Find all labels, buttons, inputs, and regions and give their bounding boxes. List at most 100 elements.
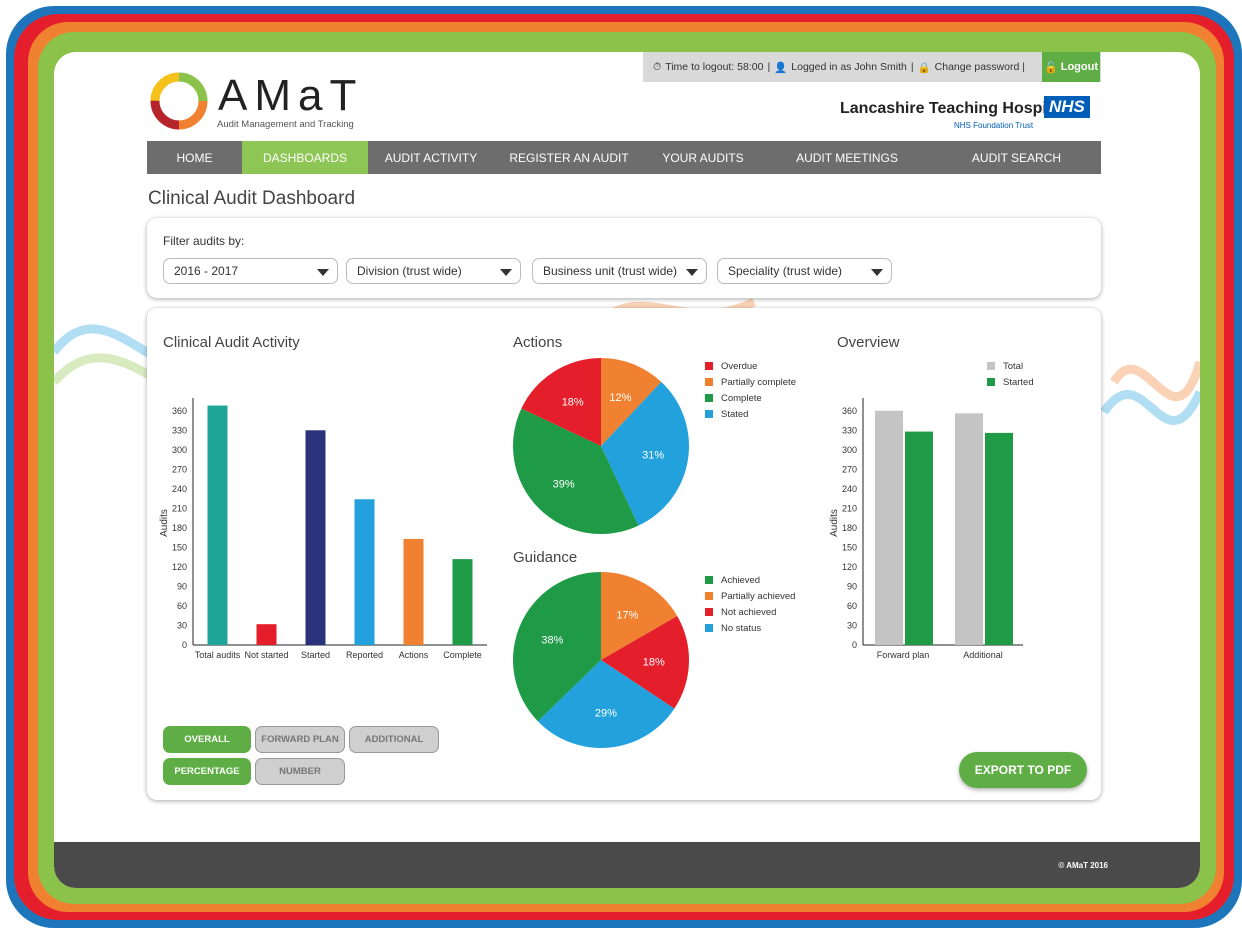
x-tick-label: Complete	[443, 650, 482, 660]
legend-item: No status	[705, 620, 795, 636]
export-pdf-button[interactable]: EXPORT TO PDF	[959, 752, 1087, 788]
legend-swatch	[705, 608, 713, 616]
nav-audit-activity[interactable]: AUDIT ACTIVITY	[368, 141, 494, 174]
nav-audit-search[interactable]: AUDIT SEARCH	[932, 141, 1101, 174]
logout-button[interactable]: 🔓 Logout	[1042, 52, 1100, 82]
legend-label: Stated	[721, 408, 749, 420]
overall-button[interactable]: OVERALL	[163, 726, 251, 753]
pie-value-label: 31%	[642, 449, 664, 461]
y-tick-label: 360	[172, 406, 187, 416]
chevron-down-icon	[317, 269, 329, 276]
change-password-link[interactable]: Change password |	[935, 61, 1025, 73]
footer: © AMaT 2016	[54, 842, 1200, 888]
bar	[256, 624, 277, 645]
division-select-value: Division (trust wide)	[357, 264, 462, 278]
bar	[403, 538, 424, 645]
bar-total	[955, 413, 983, 645]
activity-bar-chart: 0 30 60 90 120 150 180 210 240 270 300 330 360 Audits…	[159, 398, 487, 660]
legend-swatch	[705, 394, 713, 402]
legend-item: Total	[987, 358, 1034, 374]
bar	[452, 559, 473, 645]
y-tick-label: 150	[172, 542, 187, 552]
dashboard-panel: Clinical Audit Activity Actions Guidance…	[147, 308, 1101, 800]
pie-value-label: 38%	[541, 634, 563, 646]
app-screen: ⏱ Time to logout: 58:00 | 👤 Logged in as…	[54, 52, 1200, 888]
number-button[interactable]: NUMBER	[255, 758, 345, 785]
y-tick-label: 300	[172, 445, 187, 455]
legend-label: Complete	[721, 392, 762, 404]
user-icon: 👤	[774, 61, 788, 74]
legend-item: Started	[987, 374, 1034, 390]
guidance-chart-title: Guidance	[513, 549, 578, 566]
y-tick-label: 300	[842, 445, 857, 455]
nav-home[interactable]: HOME	[147, 141, 242, 174]
legend-item: Achieved	[705, 572, 795, 588]
percentage-button[interactable]: PERCENTAGE	[163, 758, 251, 785]
guidance-pie-chart: 17% 18% 29% 38%	[513, 572, 689, 748]
nav-dashboards[interactable]: DASHBOARDS	[242, 141, 368, 174]
y-tick-label: 360	[842, 406, 857, 416]
year-select[interactable]: 2016 - 2017	[163, 258, 338, 284]
logo-title: AMaT	[218, 71, 364, 120]
y-tick-label: 330	[172, 425, 187, 435]
chevron-down-icon	[871, 269, 883, 276]
logged-in-user: Logged in as John Smith	[791, 61, 907, 73]
legend-swatch	[705, 362, 713, 370]
separator: |	[767, 61, 771, 73]
forward-plan-button[interactable]: FORWARD PLAN	[255, 726, 345, 753]
filter-panel: Filter audits by: 2016 - 2017 Division (…	[147, 218, 1101, 298]
page-title: Clinical Audit Dashboard	[148, 188, 356, 209]
copyright: © AMaT 2016	[1058, 861, 1108, 870]
y-tick-label: 180	[842, 523, 857, 533]
pie-value-label: 17%	[616, 609, 638, 621]
logout-timer: Time to logout: 58:00	[665, 61, 764, 73]
nhs-logo: NHS	[1044, 96, 1090, 118]
y-tick-label: 330	[842, 425, 857, 435]
y-tick-label: 240	[842, 484, 857, 494]
nav-audit-meetings[interactable]: AUDIT MEETINGS	[762, 141, 932, 174]
y-tick-label: 240	[172, 484, 187, 494]
legend-item: Complete	[705, 390, 796, 406]
y-tick-label: 90	[847, 581, 857, 591]
pie-value-label: 18%	[562, 396, 584, 408]
legend-item: Overdue	[705, 358, 796, 374]
business-unit-select[interactable]: Business unit (trust wide)	[532, 258, 707, 284]
session-bar: ⏱ Time to logout: 58:00 | 👤 Logged in as…	[643, 52, 1101, 82]
legend-swatch	[705, 410, 713, 418]
bar-started	[985, 432, 1013, 645]
legend-item: Stated	[705, 406, 796, 422]
overview-chart-title: Overview	[837, 334, 900, 351]
legend-label: Not achieved	[721, 606, 777, 618]
legend-label: Overdue	[721, 360, 758, 372]
speciality-select[interactable]: Speciality (trust wide)	[717, 258, 892, 284]
actions-pie-chart: 12% 31% 39% 18%	[513, 358, 689, 534]
logo-subtitle: Audit Management and Tracking	[217, 119, 354, 130]
legend-label: Partially complete	[721, 376, 796, 388]
pie-value-label: 29%	[595, 708, 617, 720]
chevron-down-icon	[500, 269, 512, 276]
pie-value-label: 18%	[643, 657, 665, 669]
y-axis-label: Audits	[159, 509, 170, 537]
x-tick-label: Total audits	[195, 650, 241, 660]
y-tick-label: 0	[182, 640, 187, 650]
stopwatch-icon: ⏱	[653, 60, 662, 73]
additional-button[interactable]: ADDITIONAL	[349, 726, 439, 753]
legend-swatch	[705, 592, 713, 600]
nav-register-audit[interactable]: REGISTER AN AUDIT	[494, 141, 644, 174]
y-tick-label: 150	[842, 542, 857, 552]
division-select[interactable]: Division (trust wide)	[346, 258, 521, 284]
y-tick-label: 210	[172, 503, 187, 513]
nav-your-audits[interactable]: YOUR AUDITS	[644, 141, 762, 174]
actions-legend: Overdue Partially complete Complete Stated	[705, 358, 796, 422]
y-tick-label: 180	[172, 523, 187, 533]
legend-swatch	[987, 362, 995, 370]
main-nav: HOME DASHBOARDS AUDIT ACTIVITY REGISTER …	[147, 141, 1101, 174]
pie-value-label: 39%	[553, 478, 575, 490]
y-tick-label: 210	[842, 503, 857, 513]
legend-label: Started	[1003, 376, 1034, 388]
business-unit-select-value: Business unit (trust wide)	[543, 264, 678, 278]
bar-total	[875, 410, 903, 645]
y-tick-label: 120	[842, 562, 857, 572]
y-tick-label: 60	[847, 601, 857, 611]
trust-name: Lancashire Teaching Hospitals	[840, 100, 1075, 117]
